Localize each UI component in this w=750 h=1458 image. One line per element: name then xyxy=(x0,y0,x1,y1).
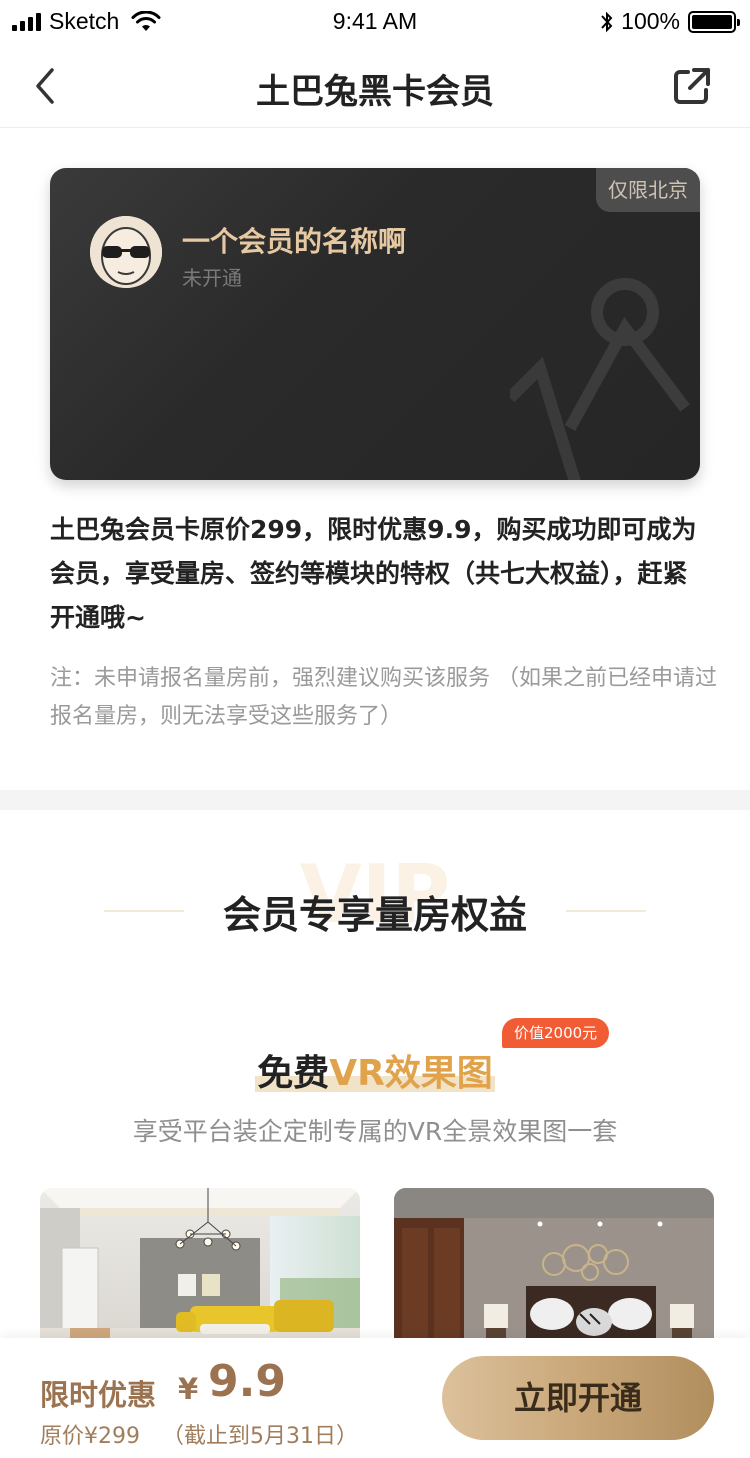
avatar-face-icon xyxy=(90,216,162,288)
bluetooth-icon xyxy=(601,11,613,32)
membership-note: 注：未申请报名量房前，强烈建议购买该服务 （如果之前已经申请过报名量房，则无法享… xyxy=(50,666,717,729)
section-divider xyxy=(0,790,750,810)
price-currency: ¥ xyxy=(178,1372,199,1406)
promo-label: 限时优惠 xyxy=(40,1378,157,1412)
membership-description: 土巴兔会员卡原价299，限时优惠9.9，购买成功即可成为会员，享受量房、签约等模… xyxy=(50,515,697,632)
share-icon[interactable] xyxy=(672,66,712,106)
status-bar: Sketch 9:41 AM 100% xyxy=(0,0,750,44)
benefit-title: 免费VR效果图 xyxy=(0,1044,750,1096)
open-membership-button[interactable]: 立即开通 xyxy=(442,1356,714,1440)
page-title: 土巴兔黑卡会员 xyxy=(256,72,494,112)
nav-bar: 土巴兔黑卡会员 xyxy=(0,44,750,128)
battery-percent: 100% xyxy=(621,8,680,34)
member-card: 仅限北京 一个会员的名称啊 未开通 xyxy=(50,168,700,480)
vr-render-photo-living-room[interactable] xyxy=(40,1188,360,1348)
status-right: 100% xyxy=(599,8,740,35)
original-price: 原价¥299 xyxy=(40,1424,140,1449)
region-badge: 仅限北京 xyxy=(596,168,700,212)
benefit-title-gold: VR效果图 xyxy=(329,1053,493,1094)
promo-price: 9.9 xyxy=(208,1356,286,1407)
bottom-purchase-bar: 限时优惠 ¥ 9.9 原价¥299 （截止到5月31日） 立即开通 xyxy=(0,1338,750,1458)
member-name: 一个会员的名称啊 xyxy=(182,225,407,258)
promo-deadline: （截止到5月31日） xyxy=(162,1424,358,1449)
benefit-title-dark: 免费 xyxy=(257,1053,330,1094)
section-title: 会员专享量房权益 xyxy=(222,893,527,937)
avatar xyxy=(90,216,162,288)
member-status: 未开通 xyxy=(182,266,242,290)
vr-render-photo-bedroom[interactable] xyxy=(394,1188,714,1348)
benefit-subtitle: 享受平台装企定制专属的VR全景效果图一套 xyxy=(132,1117,618,1146)
battery-icon xyxy=(688,10,740,33)
crown-decoration-icon xyxy=(510,278,690,480)
